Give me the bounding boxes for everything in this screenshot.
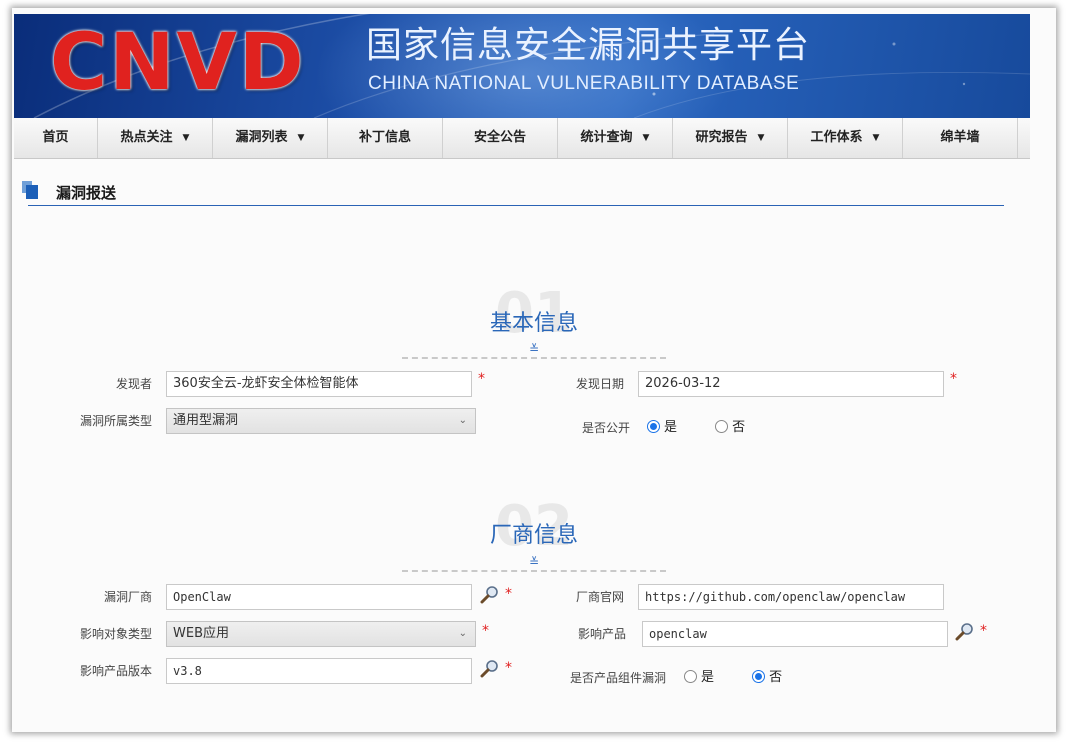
is-public-no-radio[interactable] — [715, 420, 729, 433]
is-component-no-radio[interactable] — [752, 670, 766, 683]
chevron-down-icon: ≚ — [528, 342, 540, 356]
discoverer-input[interactable]: 360安全云-龙虾安全体检智能体 — [166, 371, 472, 397]
vuln-type-select[interactable]: 通用型漏洞 ⌄ — [166, 408, 476, 434]
is-public-radio-group: 是 否 — [647, 418, 745, 438]
vendor-label: 漏洞厂商 — [103, 590, 152, 604]
product-label: 影响产品 — [577, 627, 626, 641]
magnifier-icon[interactable] — [480, 659, 500, 679]
is-component-radio-group: 是 否 — [684, 668, 782, 688]
nav-item-bulletin[interactable]: 安全公告 — [443, 118, 558, 158]
nav-item-sheep-wall[interactable]: 绵羊墙 — [903, 118, 1018, 158]
is-component-label: 是否产品组件漏洞 — [569, 671, 666, 685]
nav-item-vuln-list[interactable]: 漏洞列表 ▼ — [213, 118, 328, 158]
discovery-date-label: 发现日期 — [575, 377, 624, 391]
required-mark: * — [505, 586, 512, 602]
required-mark: * — [505, 660, 512, 676]
chevron-down-icon: ⌄ — [458, 415, 467, 426]
block-divider — [402, 570, 666, 572]
chevron-down-icon: ⌄ — [458, 628, 467, 639]
chevron-down-icon: ▼ — [757, 133, 765, 143]
nav-item-patch[interactable]: 补丁信息 — [328, 118, 443, 158]
vendor-site-input[interactable]: https://github.com/openclaw/openclaw — [638, 584, 944, 610]
nav-item-hot[interactable]: 热点关注 ▼ — [98, 118, 213, 158]
is-public-yes-radio[interactable] — [647, 420, 660, 433]
product-version-input[interactable]: v3.8 — [166, 658, 472, 684]
required-mark: * — [950, 371, 957, 387]
nav-item-reports[interactable]: 研究报告 ▼ — [673, 118, 788, 158]
nav-item-home[interactable]: 首页 — [14, 118, 98, 158]
vendor-site-label: 厂商官网 — [575, 590, 624, 604]
object-type-label: 影响对象类型 — [79, 627, 152, 641]
nav-item-stats[interactable]: 统计查询 ▼ — [558, 118, 673, 158]
product-input[interactable]: openclaw — [642, 621, 948, 647]
chevron-down-icon: ▼ — [182, 133, 190, 143]
section-title: 漏洞报送 — [56, 184, 117, 202]
object-type-select[interactable]: WEB应用 ⌄ — [166, 621, 476, 647]
magnifier-icon[interactable] — [480, 585, 500, 605]
chevron-down-icon: ▼ — [872, 133, 880, 143]
magnifier-icon[interactable] — [955, 622, 975, 642]
cnvd-logo[interactable]: CNVD — [50, 20, 306, 106]
section-square-icon — [22, 181, 38, 199]
site-banner: CNVD 国家信息安全漏洞共享平台 CHINA NATIONAL VULNERA… — [14, 14, 1030, 118]
discoverer-label: 发现者 — [115, 377, 152, 391]
product-version-label: 影响产品版本 — [79, 664, 152, 678]
section-divider — [28, 205, 1004, 206]
block-divider — [402, 357, 666, 359]
vuln-type-label: 漏洞所属类型 — [79, 414, 152, 428]
is-public-label: 是否公开 — [581, 421, 630, 435]
chevron-down-icon: ▼ — [297, 133, 305, 143]
discovery-date-input[interactable]: 2026-03-12 — [638, 371, 944, 397]
main-nav: 首页 热点关注 ▼ 漏洞列表 ▼ 补丁信息 安全公告 统计查询 ▼ 研究报告 ▼ 工作体… — [14, 118, 1030, 159]
chevron-down-icon: ▼ — [642, 133, 650, 143]
required-mark: * — [482, 623, 489, 639]
chevron-down-icon: ≚ — [528, 555, 540, 569]
vendor-input[interactable]: OpenClaw — [166, 584, 472, 610]
site-title-cn: 国家信息安全漏洞共享平台 — [366, 25, 811, 66]
nav-item-work-system[interactable]: 工作体系 ▼ — [788, 118, 903, 158]
is-component-yes-radio[interactable] — [684, 670, 697, 683]
block-title-basic: 基本信息 — [489, 311, 578, 336]
site-title-en: CHINA NATIONAL VULNERABILITY DATABASE — [368, 73, 800, 94]
required-mark: * — [980, 623, 987, 639]
required-mark: * — [478, 371, 485, 387]
block-title-vendor: 厂商信息 — [489, 523, 578, 548]
